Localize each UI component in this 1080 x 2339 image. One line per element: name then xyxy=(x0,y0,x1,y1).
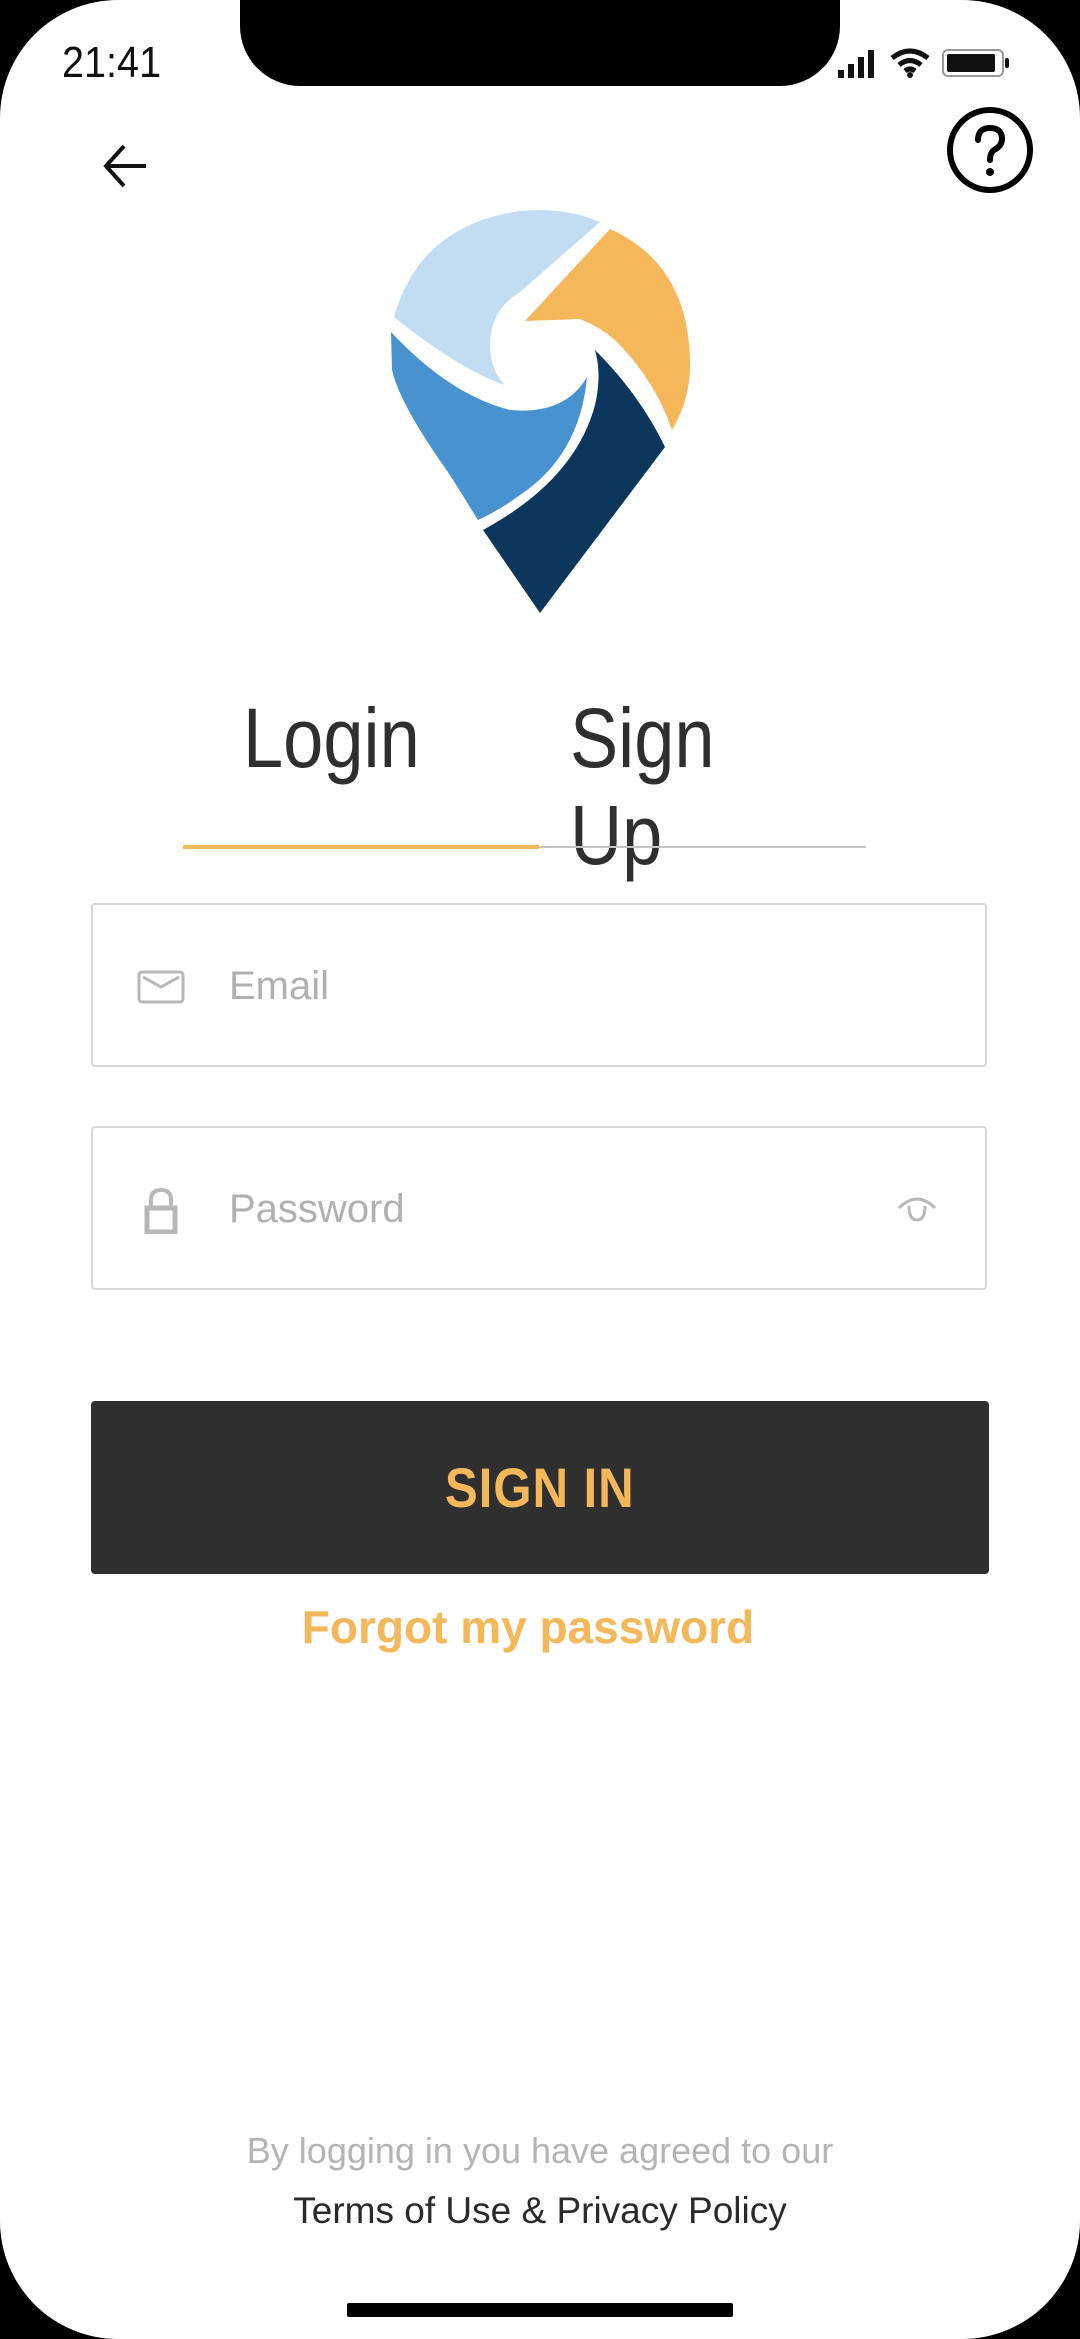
lock-icon xyxy=(144,1187,178,1234)
login-screen: 21:41 Login Sign Up Email SIGN IN Forgot… xyxy=(0,0,1080,2339)
map-pin-swirl-logo xyxy=(391,210,690,613)
wifi-icon xyxy=(890,48,930,78)
cellular-signal-icon xyxy=(838,50,874,78)
eye-icon xyxy=(897,1197,937,1222)
tab-divider xyxy=(539,846,866,848)
email-input[interactable] xyxy=(227,945,871,1027)
status-icons xyxy=(838,48,1012,78)
status-time: 21:41 xyxy=(62,38,162,87)
back-button[interactable] xyxy=(96,136,156,196)
password-input[interactable] xyxy=(227,1168,871,1250)
auth-tabs: Login Sign Up xyxy=(183,690,866,882)
tab-login[interactable]: Login xyxy=(243,690,420,787)
help-button[interactable] xyxy=(946,106,1034,194)
tab-sign-up[interactable]: Sign Up xyxy=(570,690,825,884)
home-indicator[interactable] xyxy=(347,2303,733,2317)
toggle-password-visibility[interactable] xyxy=(895,1188,939,1228)
question-circle-icon xyxy=(947,107,1033,193)
battery-icon xyxy=(942,49,1009,77)
agreement-text: By logging in you have agreed to our xyxy=(246,2130,834,2171)
forgot-password-link[interactable]: Forgot my password xyxy=(0,1600,1068,1654)
email-field xyxy=(91,903,987,1067)
arrow-left-icon xyxy=(103,144,146,188)
sign-in-label: SIGN IN xyxy=(445,1456,635,1519)
device-notch xyxy=(240,0,840,86)
sign-in-button[interactable]: SIGN IN xyxy=(91,1401,989,1574)
password-field xyxy=(91,1126,987,1290)
tab-active-indicator xyxy=(183,845,539,849)
terms-privacy-link[interactable]: Terms of Use & Privacy Policy xyxy=(0,2190,1080,2232)
envelope-icon xyxy=(137,970,185,1004)
